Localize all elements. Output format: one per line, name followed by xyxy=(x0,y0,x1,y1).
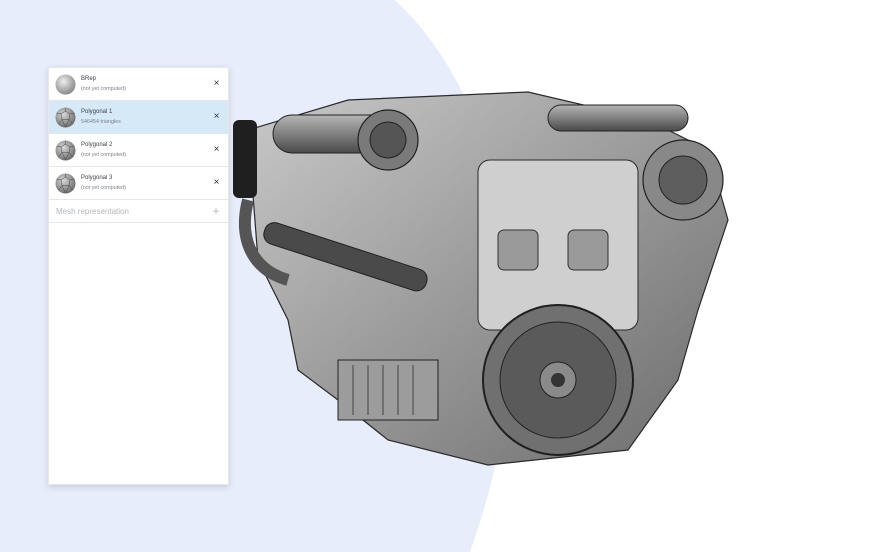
close-icon[interactable]: × xyxy=(211,78,222,89)
mesh-item-title: Polygonal 1 xyxy=(81,108,113,115)
mesh-item-title: Polygonal 3 xyxy=(81,174,113,181)
close-icon[interactable]: × xyxy=(211,144,222,155)
mesh-item-polygonal-2[interactable]: Polygonal 2 (not yet computed) × xyxy=(49,134,228,167)
mesh-sphere-icon xyxy=(55,107,76,128)
mesh-sphere-icon xyxy=(55,140,76,161)
add-mesh-label: Mesh representation xyxy=(56,206,129,216)
3d-viewport[interactable] xyxy=(228,80,758,480)
mesh-item-title: BRep xyxy=(81,75,97,82)
close-icon[interactable]: × xyxy=(211,177,222,188)
mesh-item-brep[interactable]: BRep (not yet computed) × xyxy=(49,68,228,101)
mesh-representation-panel: BRep (not yet computed) × Polygonal 1 54… xyxy=(48,67,229,485)
mesh-sphere-icon xyxy=(55,173,76,194)
mesh-item-subtitle: (not yet computed) xyxy=(81,85,126,92)
sphere-icon xyxy=(55,74,76,95)
mesh-item-title: Polygonal 2 xyxy=(81,141,113,148)
plus-icon[interactable]: + xyxy=(210,205,222,217)
mesh-item-subtitle: 546454 triangles xyxy=(81,118,121,125)
mesh-item-subtitle: (not yet computed) xyxy=(81,151,126,158)
close-icon[interactable]: × xyxy=(211,111,222,122)
engine-model xyxy=(233,91,729,466)
mesh-item-polygonal-1[interactable]: Polygonal 1 546454 triangles × xyxy=(49,101,228,134)
mesh-item-subtitle: (not yet computed) xyxy=(81,184,126,191)
mesh-item-polygonal-3[interactable]: Polygonal 3 (not yet computed) × xyxy=(49,167,228,200)
add-mesh-representation[interactable]: Mesh representation + xyxy=(49,200,228,223)
